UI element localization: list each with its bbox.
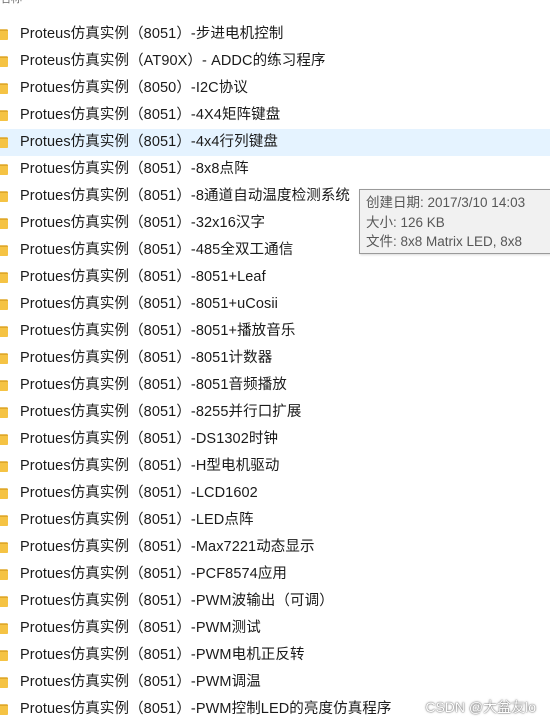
folder-name: Protues仿真实例（8051）-PWM电机正反转 [20,647,305,663]
folder-icon [0,137,8,148]
file-list: Proteus仿真实例（8051）-步进电机控制 Proteus仿真实例（AT90… [0,21,550,723]
folder-row[interactable]: Protues仿真实例（8051）-4X4矩阵键盘 [0,102,550,129]
folder-row[interactable]: Proteus仿真实例（AT90X）- ADDC的练习程序 [0,48,550,75]
folder-icon [0,515,8,526]
folder-name: Protues仿真实例（8051）-PWM测试 [20,620,261,636]
folder-row[interactable]: Protues仿真实例（8051）-8051+Leaf [0,264,550,291]
folder-row[interactable]: Protues仿真实例（8051）-H型电机驱动 [0,453,550,480]
folder-icon [0,434,8,445]
folder-icon [0,380,8,391]
folder-name: Protues仿真实例（8051）-LED点阵 [20,512,254,528]
folder-name: Protues仿真实例（8051）-PCF8574应用 [20,566,288,582]
column-header-name-label: 名称 [0,0,22,5]
folder-name: Proteus仿真实例（8051）-步进电机控制 [20,26,284,42]
file-tooltip: 创建日期: 2017/3/10 14:03 大小: 126 KB 文件: 8x8… [359,189,550,254]
folder-row[interactable]: Protues仿真实例（8051）-8051计数器 [0,345,550,372]
folder-name: Protues仿真实例（8051）-LCD1602 [20,485,258,501]
folder-icon [0,353,8,364]
folder-name: Protues仿真实例（8051）-485全双工通信 [20,242,294,258]
folder-icon [0,164,8,175]
folder-name: Protues仿真实例（8051）-8255并行口扩展 [20,404,302,420]
folder-name: Protues仿真实例（8051）-32x16汉字 [20,215,266,231]
folder-row[interactable]: Protues仿真实例（8051）-PWM波输出（可调） [0,588,550,615]
folder-row[interactable]: Protues仿真实例（8051）-PWM调温 [0,669,550,696]
folder-name: Protues仿真实例（8051）-8通道自动温度检测系统 [20,188,351,204]
folder-row[interactable]: Protues仿真实例（8051）-DS1302时钟 [0,426,550,453]
folder-icon [0,29,8,40]
folder-row[interactable]: Protues仿真实例（8051）-8x8点阵 [0,156,550,183]
csdn-watermark: CSDN @大盆友lo [425,699,536,715]
folder-row[interactable]: Protues仿真实例（8051）-PWM电机正反转 [0,642,550,669]
folder-row[interactable]: Protues仿真实例（8051）-4x4行列键盘 [0,129,550,156]
column-header[interactable]: 名称 [0,0,550,6]
folder-row[interactable]: Proteus仿真实例（8051）-步进电机控制 [0,21,550,48]
folder-name: Protues仿真实例（8051）-PWM控制LED的亮度仿真程序 [20,701,392,717]
folder-name: Protues仿真实例（8051）-8051音频播放 [20,377,287,393]
folder-row[interactable]: Protues仿真实例（8051）-Max7221动态显示 [0,534,550,561]
folder-name: Protues仿真实例（8051）-4x4行列键盘 [20,134,278,150]
tooltip-created-date: 创建日期: 2017/3/10 14:03 [366,195,526,210]
folder-icon [0,83,8,94]
folder-icon [0,542,8,553]
folder-name: Protues仿真实例（8051）-PWM调温 [20,674,261,690]
folder-icon [0,326,8,337]
folder-icon [0,245,8,256]
folder-name: Protues仿真实例（8051）-8051计数器 [20,350,273,366]
folder-row[interactable]: Protues仿真实例（8051）-LED点阵 [0,507,550,534]
folder-icon [0,218,8,229]
folder-icon [0,56,8,67]
folder-name: Protues仿真实例（8051）-4X4矩阵键盘 [20,107,281,123]
folder-icon [0,272,8,283]
folder-row[interactable]: Protues仿真实例（8051）-8051+播放音乐 [0,318,550,345]
folder-icon [0,407,8,418]
tooltip-size: 大小: 126 KB [366,214,445,230]
folder-icon [0,191,8,202]
folder-name: Protues仿真实例（8051）-H型电机驱动 [20,458,280,474]
folder-icon [0,677,8,688]
tooltip-files: 文件: 8x8 Matrix LED, 8x8 [366,234,523,249]
folder-icon [0,704,8,715]
folder-name: Protues仿真实例（8051）-Max7221动态显示 [20,539,315,555]
folder-icon [0,569,8,580]
folder-name: Protues仿真实例（8051）-PWM波输出（可调） [20,593,334,609]
folder-icon [0,623,8,634]
folder-name: Protues仿真实例（8051）-8x8点阵 [20,161,249,177]
folder-row[interactable]: Protues仿真实例（8051）-PWM测试 [0,615,550,642]
folder-row[interactable]: Protues仿真实例（8051）-PCF8574应用 [0,561,550,588]
folder-name: Protues仿真实例（8051）-8051+uCosii [20,296,278,312]
folder-name: Proteus仿真实例（AT90X）- ADDC的练习程序 [20,53,326,69]
folder-name: Protues仿真实例（8051）-8051+播放音乐 [20,323,296,339]
folder-name: Protues仿真实例（8051）-DS1302时钟 [20,431,279,447]
folder-icon [0,461,8,472]
folder-icon [0,110,8,121]
folder-row[interactable]: Protues仿真实例（8051）-LCD1602 [0,480,550,507]
folder-row[interactable]: Protues仿真实例（8051）-8051+uCosii [0,291,550,318]
folder-icon [0,488,8,499]
folder-row[interactable]: Protues仿真实例（8050）-I2C协议 [0,75,550,102]
folder-icon [0,299,8,310]
folder-row[interactable]: Protues仿真实例（8051）-8255并行口扩展 [0,399,550,426]
folder-name: Protues仿真实例（8050）-I2C协议 [20,80,248,96]
folder-row[interactable]: Protues仿真实例（8051）-8051音频播放 [0,372,550,399]
folder-icon [0,650,8,661]
folder-icon [0,596,8,607]
folder-name: Protues仿真实例（8051）-8051+Leaf [20,269,266,285]
